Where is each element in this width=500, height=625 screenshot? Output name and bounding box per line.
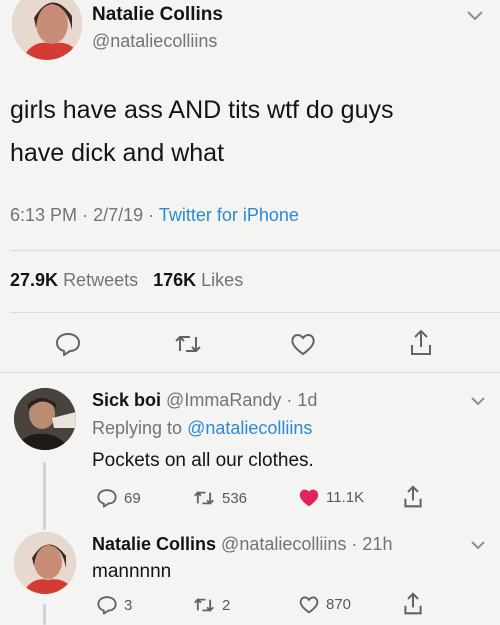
share-icon[interactable] xyxy=(402,591,424,617)
retweets-label[interactable]: Retweets xyxy=(63,270,138,290)
reply-count: 3 xyxy=(124,596,133,614)
reply-author-name[interactable]: Natalie Collins xyxy=(92,534,216,554)
retweet-count: 2 xyxy=(222,596,231,614)
replying-to-handle[interactable]: @nataliecolliins xyxy=(187,418,312,438)
reply-author-handle[interactable]: @nataliecolliins xyxy=(221,534,346,554)
like-count: 870 xyxy=(326,596,352,613)
avatar[interactable] xyxy=(14,532,76,594)
retweet-count: 536 xyxy=(222,489,248,507)
meta-separator: · xyxy=(351,534,358,554)
likes-count[interactable]: 176K xyxy=(153,270,196,290)
reply-header: Sick boi @ImmaRandy · 1d xyxy=(92,390,317,411)
reply-text: Pockets on all our clothes. xyxy=(92,450,314,471)
retweet-icon xyxy=(192,488,216,508)
likes-label[interactable]: Likes xyxy=(201,270,243,290)
tweet-meta: 6:13 PM · 2/7/19 · Twitter for iPhone xyxy=(10,205,299,226)
retweets-count[interactable]: 27.9K xyxy=(10,270,58,290)
tweet-source[interactable]: Twitter for iPhone xyxy=(159,205,299,225)
meta-separator: · xyxy=(82,205,89,225)
heart-icon xyxy=(298,594,320,615)
reply-author-name[interactable]: Sick boi xyxy=(92,390,161,410)
avatar[interactable] xyxy=(14,388,76,450)
reply-icon[interactable] xyxy=(54,330,82,358)
thread-line xyxy=(43,604,46,625)
chevron-down-icon[interactable] xyxy=(470,540,486,551)
heart-icon xyxy=(298,487,320,508)
reply-icon xyxy=(96,487,118,509)
engagement-stats: 27.9K Retweets 176K Likes xyxy=(10,270,243,291)
tweet-date: 2/7/19 xyxy=(93,205,144,225)
reply-author-handle[interactable]: @ImmaRandy xyxy=(166,390,281,410)
author-name[interactable]: Natalie Collins xyxy=(92,4,223,26)
divider xyxy=(10,250,500,251)
author-handle[interactable]: @nataliecolliins xyxy=(92,31,217,52)
tweet-text-line-2: have dick and what xyxy=(10,139,225,167)
meta-separator: · xyxy=(286,390,293,410)
reply-age: 21h xyxy=(362,534,393,554)
tweet-time: 6:13 PM xyxy=(10,205,78,225)
divider xyxy=(0,372,500,373)
like-button[interactable]: 11.1K xyxy=(298,487,364,508)
like-count: 11.1K xyxy=(326,489,365,506)
heart-icon[interactable] xyxy=(289,331,317,357)
chevron-down-icon[interactable] xyxy=(466,10,484,22)
tweet-text-line-1: girls have ass AND tits wtf do guys xyxy=(10,96,394,124)
reply-button[interactable]: 3 xyxy=(96,594,132,616)
replying-to: Replying to @nataliecolliins xyxy=(92,418,312,439)
reply-button[interactable]: 69 xyxy=(96,487,141,509)
avatar[interactable] xyxy=(12,0,82,60)
reply-text: mannnnn xyxy=(92,561,172,582)
reply-count: 69 xyxy=(124,489,141,507)
retweet-icon[interactable] xyxy=(173,331,203,357)
divider xyxy=(10,312,500,313)
reply-header: Natalie Collins @nataliecolliins · 21h xyxy=(92,534,392,555)
share-icon[interactable] xyxy=(408,328,434,358)
retweet-button[interactable]: 2 xyxy=(192,595,230,615)
reply-age: 1d xyxy=(297,390,318,410)
retweet-button[interactable]: 536 xyxy=(192,488,247,508)
replying-to-label: Replying to xyxy=(92,418,183,438)
reply-icon xyxy=(96,594,118,616)
like-button[interactable]: 870 xyxy=(298,594,351,615)
share-icon[interactable] xyxy=(402,484,424,510)
thread-line xyxy=(43,462,46,530)
meta-separator: · xyxy=(148,205,155,225)
retweet-icon xyxy=(192,595,216,615)
chevron-down-icon[interactable] xyxy=(470,396,486,407)
